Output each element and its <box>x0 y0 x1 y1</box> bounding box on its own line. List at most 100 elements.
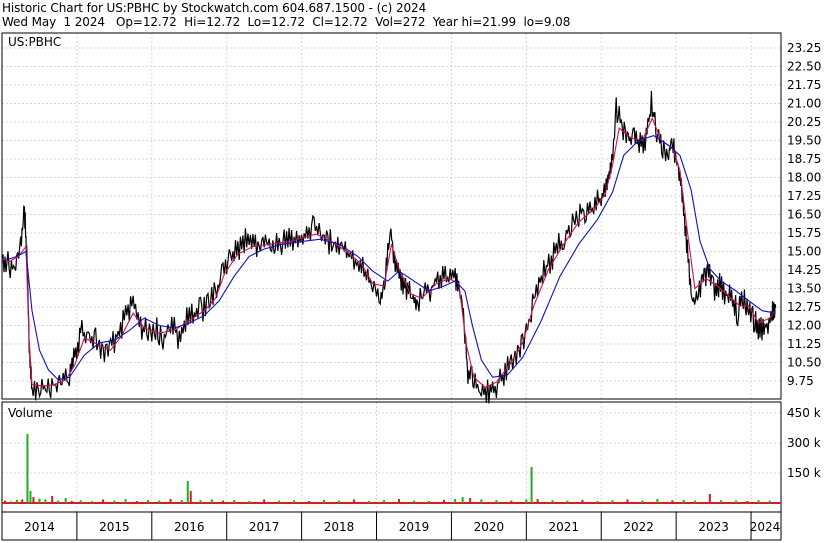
year-tick-label: 2019 <box>399 520 430 534</box>
volume-bar <box>708 494 711 503</box>
volume-bar <box>693 500 696 503</box>
volume-bar <box>180 500 183 503</box>
symbol-label: US:PBHC <box>8 35 61 49</box>
year-axis-labels: 2014 2015 2016 2017 2018 2019 2020 2021 2022 2023… <box>1 512 781 540</box>
volume-bar <box>113 500 116 503</box>
price-tick-label: 11.25 <box>787 337 821 351</box>
price-tick-label: 15.75 <box>787 226 821 240</box>
volume-bar <box>199 500 202 503</box>
volume-bar <box>596 501 599 503</box>
volume-bar <box>720 500 723 503</box>
volume-bar <box>461 497 464 503</box>
chart-canvas: 23.25 22.50 21.75 21.00 20.25 19.50 18.75 18.00… <box>1 32 821 541</box>
volume-bar <box>757 500 760 503</box>
volume-bar <box>480 499 483 503</box>
year-tick-label: 2023 <box>698 520 729 534</box>
price-tick-label: 14.25 <box>787 263 821 277</box>
volume-bar <box>338 500 341 503</box>
volume-bar <box>427 501 430 503</box>
price-tick-label: 13.50 <box>787 282 821 296</box>
volume-tick-label: 150 k <box>787 466 821 480</box>
volume-bar <box>383 500 386 503</box>
price-tick-label: 16.50 <box>787 208 821 222</box>
volume-bar <box>656 499 659 503</box>
volume-bar <box>3 500 6 503</box>
volume-bar <box>21 499 24 503</box>
volume-bar <box>169 499 172 503</box>
volume-bar <box>611 500 614 503</box>
volume-bar <box>29 491 32 503</box>
volume-bar <box>44 499 47 503</box>
volume-bar <box>323 499 326 503</box>
price-tick-label: 15.00 <box>787 245 821 259</box>
volume-bar <box>32 497 35 503</box>
volume-bar <box>278 500 281 503</box>
price-tick-label: 17.25 <box>787 189 821 203</box>
volume-bar <box>221 500 224 503</box>
volume-tick-label: 450 k <box>787 406 821 420</box>
volume-bar <box>454 499 457 503</box>
volume-bar <box>9 501 12 503</box>
price-tick-label: 18.75 <box>787 152 821 166</box>
volume-bar <box>442 499 445 503</box>
volume-bar <box>469 498 472 503</box>
volume-bar <box>671 500 674 503</box>
volume-bar <box>495 500 498 503</box>
price-tick-label: 23.25 <box>787 41 821 55</box>
volume-bar <box>412 500 415 503</box>
volume-panel-frame <box>1 401 782 513</box>
year-tick-label: 2015 <box>99 520 130 534</box>
volume-bars <box>2 434 781 504</box>
volume-bar <box>248 501 251 503</box>
volume-bar <box>38 498 41 503</box>
price-tick-label: 18.00 <box>787 171 821 185</box>
volume-bar <box>233 500 236 503</box>
volume-bar <box>353 499 356 503</box>
volume-bar <box>57 500 60 503</box>
volume-bar <box>746 501 749 503</box>
volume-bar <box>189 491 192 503</box>
volume-bar <box>536 499 539 503</box>
price-tick-label: 20.25 <box>787 115 821 129</box>
volume-bar <box>147 500 150 503</box>
price-tick-label: 19.50 <box>787 134 821 148</box>
volume-bar <box>51 496 54 503</box>
volume-bar <box>397 499 400 503</box>
volume-bar <box>293 500 296 503</box>
year-tick-label: 2020 <box>474 520 505 534</box>
year-tick-label: 2021 <box>549 520 580 534</box>
year-tick-label: 2018 <box>324 520 355 534</box>
volume-bar <box>158 500 161 503</box>
year-tick-label: 2017 <box>249 520 280 534</box>
price-tick-label: 22.50 <box>787 60 821 74</box>
year-tick-label: 2016 <box>174 520 205 534</box>
price-grid <box>1 33 781 512</box>
year-tick-label: 2022 <box>623 520 654 534</box>
year-tick-label: 2024 <box>750 520 781 534</box>
volume-bar <box>510 500 513 503</box>
volume-bar <box>135 501 138 503</box>
volume-bar <box>626 499 629 503</box>
volume-bar <box>15 500 18 503</box>
volume-bar <box>368 501 371 503</box>
price-tick-label: 12.75 <box>787 300 821 314</box>
price-tick-label: 12.00 <box>787 319 821 333</box>
volume-bar <box>102 499 105 503</box>
year-tick-label: 2014 <box>24 520 55 534</box>
price-tick-label: 21.75 <box>787 78 821 92</box>
price-tick-label: 21.00 <box>787 97 821 111</box>
volume-bar <box>79 500 82 503</box>
volume-bar <box>581 499 584 503</box>
volume-label: Volume <box>8 406 53 420</box>
volume-bar <box>64 498 67 503</box>
volume-grid <box>2 412 781 474</box>
volume-bar <box>90 501 93 503</box>
volume-bar <box>308 501 311 503</box>
volume-bar <box>641 500 644 503</box>
volume-bar <box>263 499 266 503</box>
volume-bar <box>70 501 73 503</box>
volume-bar <box>551 500 554 503</box>
volume-bar <box>566 500 569 503</box>
volume-bar <box>210 499 213 503</box>
volume-bar <box>530 467 533 503</box>
